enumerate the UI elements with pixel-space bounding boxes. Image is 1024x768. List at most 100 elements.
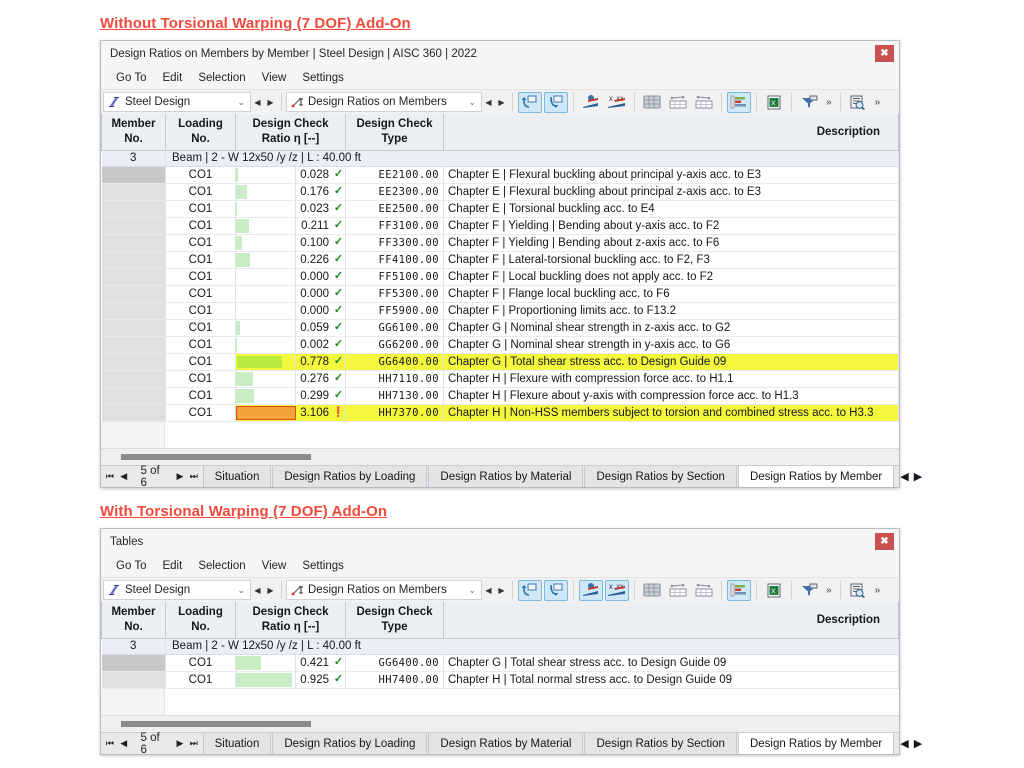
excel-export-icon[interactable]: X [762, 92, 786, 113]
column-header-loading-no[interactable]: Loading No. [166, 114, 236, 150]
menu-item-view[interactable]: View [254, 558, 295, 574]
group-row[interactable]: 3Beam | 2 - W 12x50 /y /z | L : 40.00 ft [102, 638, 899, 654]
menu-item-goto[interactable]: Go To [108, 70, 154, 86]
scrollbar-thumb[interactable] [121, 721, 311, 727]
chevron-down-icon[interactable]: ⌄ [237, 585, 248, 596]
table-row[interactable]: CO10.000✓FF5100.00Chapter F | Local buck… [102, 268, 899, 285]
column-header-member-no[interactable]: Member No. [102, 114, 166, 150]
tab-design-ratios-by-member[interactable]: Design Ratios by Member [738, 466, 894, 487]
column-header-description[interactable]: Description [444, 602, 899, 638]
table-row[interactable]: CO10.100✓FF3300.00Chapter F | Yielding |… [102, 234, 899, 251]
first-record-button[interactable]: ⏮ [104, 738, 116, 749]
table-row[interactable]: CO10.023✓EE2500.00Chapter E | Torsional … [102, 200, 899, 217]
table-row[interactable]: CO10.176✓EE2300.00Chapter E | Flexural b… [102, 183, 899, 200]
first-record-button[interactable]: ⏮ [104, 471, 116, 482]
tab-scroll-left-button[interactable]: ◀ [900, 737, 908, 750]
table-row[interactable]: CO10.276✓HH7110.00Chapter H | Flexure wi… [102, 370, 899, 387]
menu-item-edit[interactable]: Edit [154, 558, 190, 574]
table-row[interactable]: CO10.925✓HH7400.00Chapter H | Total norm… [102, 671, 899, 688]
module-combo[interactable]: Steel Design ⌄ [103, 580, 251, 600]
menu-item-settings[interactable]: Settings [294, 558, 352, 574]
units-icon[interactable] [579, 580, 603, 601]
refresh-down-icon[interactable] [544, 92, 568, 113]
decimal-places-icon[interactable]: X.XX [605, 92, 629, 113]
chevron-down-icon[interactable]: ⌄ [468, 585, 479, 596]
tab-design-ratios-by-member[interactable]: Design Ratios by Member [738, 733, 894, 754]
refresh-up-icon[interactable] [518, 92, 542, 113]
horizontal-scrollbar[interactable] [101, 715, 899, 732]
module-next-button[interactable]: ▶ [264, 92, 277, 112]
table-prev-button[interactable]: ◀ [482, 580, 495, 600]
tab-design-ratios-by-loading[interactable]: Design Ratios by Loading [272, 733, 427, 754]
table-next-button[interactable]: ▶ [495, 92, 508, 112]
column-header-design-check-ratio[interactable]: Design Check Ratio η [--] [236, 602, 346, 638]
column-header-loading-no[interactable]: Loading No. [166, 602, 236, 638]
refresh-up-icon[interactable] [518, 580, 542, 601]
prev-record-button[interactable]: ◀ [118, 471, 130, 482]
next-record-button[interactable]: ▶ [174, 471, 186, 482]
table-row[interactable]: CO10.000✓FF5300.00Chapter F | Flange loc… [102, 285, 899, 302]
excel-export-icon[interactable]: X [762, 580, 786, 601]
module-prev-button[interactable]: ◀ [251, 92, 264, 112]
menu-item-view[interactable]: View [254, 70, 295, 86]
tab-scroll-left-button[interactable]: ◀ [900, 470, 908, 483]
menu-item-selection[interactable]: Selection [190, 70, 253, 86]
prev-record-button[interactable]: ◀ [118, 738, 130, 749]
table-row[interactable]: CO10.002✓GG6200.00Chapter G | Nominal sh… [102, 336, 899, 353]
table-row[interactable]: CO10.778✓GG6400.00Chapter G | Total shea… [102, 353, 899, 370]
table-section-icon[interactable] [692, 92, 716, 113]
module-prev-button[interactable]: ◀ [251, 580, 264, 600]
column-header-member-no[interactable]: Member No. [102, 602, 166, 638]
table-section-icon[interactable] [692, 580, 716, 601]
tab-scroll-right-button[interactable]: ▶ [914, 737, 922, 750]
table-row[interactable]: CO10.028✓EE2100.00Chapter E | Flexural b… [102, 166, 899, 183]
tab-design-ratios-by-loading[interactable]: Design Ratios by Loading [272, 466, 427, 487]
chevron-down-icon[interactable]: ⌄ [468, 97, 479, 108]
menu-item-goto[interactable]: Go To [108, 558, 154, 574]
table-row[interactable]: CO13.106❗HH7370.00Chapter H | Non-HSS me… [102, 404, 899, 421]
refresh-down-icon[interactable] [544, 580, 568, 601]
table-combo[interactable]: Design Ratios on Members ⌄ [286, 92, 482, 112]
tab-design-ratios-by-material[interactable]: Design Ratios by Material [428, 466, 583, 487]
table-next-button[interactable]: ▶ [495, 580, 508, 600]
table-partial-icon[interactable] [666, 580, 690, 601]
chevron-down-icon[interactable]: ⌄ [237, 97, 248, 108]
decimal-places-icon[interactable]: X.XX [605, 580, 629, 601]
module-next-button[interactable]: ▶ [264, 580, 277, 600]
column-header-design-check-type[interactable]: Design Check Type [346, 114, 444, 150]
table-full-icon[interactable] [640, 92, 664, 113]
scrollbar-thumb[interactable] [121, 454, 311, 460]
table-full-icon[interactable] [640, 580, 664, 601]
tab-scroll-right-button[interactable]: ▶ [914, 470, 922, 483]
horizontal-scrollbar[interactable] [101, 448, 899, 465]
menu-item-settings[interactable]: Settings [294, 70, 352, 86]
menu-item-selection[interactable]: Selection [190, 558, 253, 574]
units-icon[interactable] [579, 92, 603, 113]
close-icon[interactable]: ✖ [875, 533, 894, 550]
table-row[interactable]: CO10.211✓FF3100.00Chapter F | Yielding |… [102, 217, 899, 234]
column-header-design-check-type[interactable]: Design Check Type [346, 602, 444, 638]
tab-situation[interactable]: Situation [203, 466, 272, 487]
column-header-description[interactable]: Description [444, 114, 899, 150]
toolbar-overflow-button[interactable]: » [822, 585, 836, 596]
bar-chart-icon[interactable] [727, 580, 751, 601]
last-record-button[interactable]: ⏭ [188, 471, 200, 482]
table-partial-icon[interactable] [666, 92, 690, 113]
column-header-design-check-ratio[interactable]: Design Check Ratio η [--] [236, 114, 346, 150]
tab-design-ratios-by-section[interactable]: Design Ratios by Section [584, 466, 736, 487]
group-row[interactable]: 3Beam | 2 - W 12x50 /y /z | L : 40.00 ft [102, 150, 899, 166]
filter-icon[interactable] [797, 92, 821, 113]
table-row[interactable]: CO10.421✓GG6400.00Chapter G | Total shea… [102, 654, 899, 671]
table-row[interactable]: CO10.059✓GG6100.00Chapter G | Nominal sh… [102, 319, 899, 336]
tab-design-ratios-by-section[interactable]: Design Ratios by Section [584, 733, 736, 754]
table-combo[interactable]: Design Ratios on Members ⌄ [286, 580, 482, 600]
menu-item-edit[interactable]: Edit [154, 70, 190, 86]
tab-situation[interactable]: Situation [203, 733, 272, 754]
table-prev-button[interactable]: ◀ [482, 92, 495, 112]
filter-icon[interactable] [797, 580, 821, 601]
find-icon[interactable] [846, 92, 870, 113]
module-combo[interactable]: Steel Design ⌄ [103, 92, 251, 112]
bar-chart-icon[interactable] [727, 92, 751, 113]
table-row[interactable]: CO10.000✓FF5900.00Chapter F | Proportion… [102, 302, 899, 319]
toolbar-overflow-button-2[interactable]: » [871, 585, 885, 596]
